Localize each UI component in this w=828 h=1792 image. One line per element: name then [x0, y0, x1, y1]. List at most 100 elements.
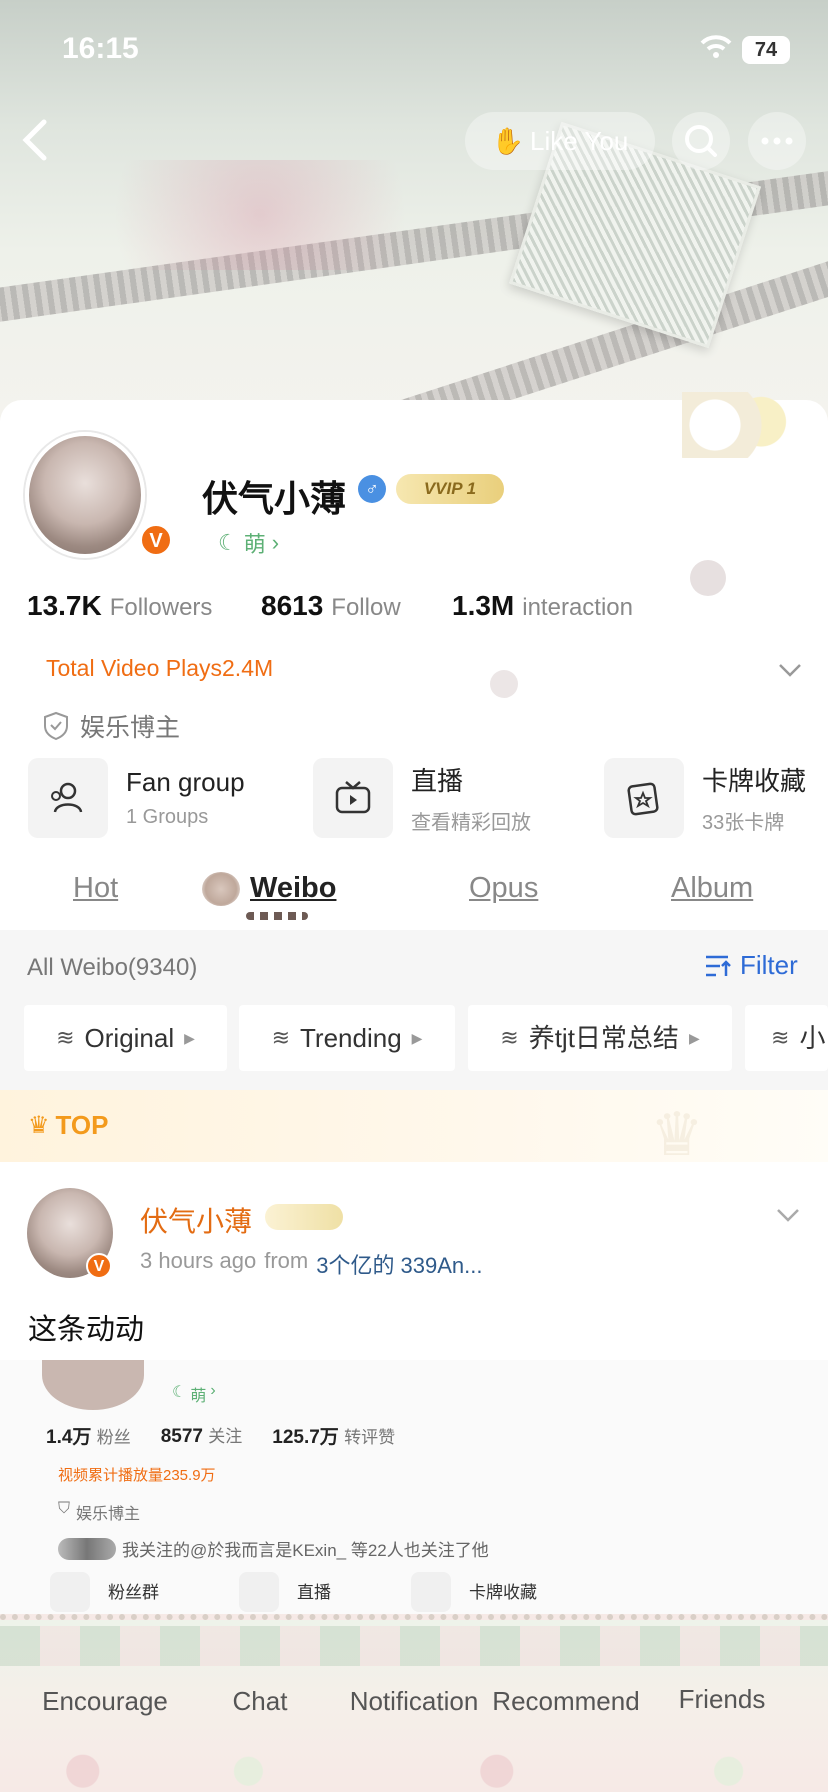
recommend-button[interactable]: Recommend — [490, 1686, 642, 1717]
tile-card-collection[interactable]: 卡牌收藏 33张卡牌 — [604, 757, 824, 839]
post-from: from — [264, 1248, 309, 1273]
stat-followers[interactable]: 13.7K Followers — [27, 590, 212, 622]
bottom-decoration — [0, 1626, 828, 1666]
embedded-tile: 粉丝群 — [50, 1572, 159, 1612]
embedded-mutual-text: 我关注的@於我而言是KExin_ 等22人也关注了他 — [122, 1541, 489, 1560]
embedded-role-label: 娱乐博主 — [76, 1506, 141, 1523]
post-verified-badge: V — [86, 1253, 112, 1279]
tab-active-indicator — [246, 912, 308, 920]
top-pin: ♛ TOP — [28, 1110, 109, 1141]
chevron-right-icon: › — [271, 530, 280, 555]
bottom-decoration — [0, 1740, 828, 1792]
shield-icon: ⛉ — [58, 1500, 71, 1517]
stat-label: Follow — [331, 594, 401, 621]
more-button[interactable] — [748, 112, 806, 170]
embedded-avatar — [42, 1360, 144, 1410]
chip-label: Trending — [300, 1023, 402, 1053]
more-icon — [761, 137, 793, 145]
star-decoration — [690, 560, 726, 596]
embedded-stats: 1.4万 粉丝 8577 关注 125.7万 转评赞 — [46, 1422, 395, 1449]
filter-button[interactable]: Filter — [704, 950, 798, 981]
tile-title: 直播 — [411, 766, 464, 796]
embedded-stat: 125.7万 转评赞 — [272, 1422, 395, 1449]
post-menu-button[interactable] — [773, 1200, 803, 1230]
like-you-button[interactable]: ✋ Like You — [465, 112, 655, 170]
tile-live[interactable]: 直播 查看精彩回放 — [313, 757, 573, 839]
stat-value: 1.3M — [452, 590, 515, 621]
tab-hot[interactable]: Hot — [73, 872, 118, 905]
banner-sparkle — [60, 160, 460, 270]
embedded-tile: 直播 — [239, 1572, 331, 1612]
post-meta: 3 hours ago from 3个亿的 339An... — [140, 1248, 483, 1280]
embedded-stat: 8577 关注 — [161, 1422, 243, 1449]
triangle-right-icon: ▶ — [411, 1030, 423, 1046]
tv-icon — [313, 758, 393, 838]
chip-more[interactable]: ≋ 小 — [745, 1005, 828, 1071]
tile-subtitle: 33张卡牌 — [702, 812, 785, 834]
filter-label: Filter — [740, 950, 798, 980]
verified-badge: V — [140, 524, 172, 556]
chip-trending[interactable]: ≋ Trending ▶ — [239, 1005, 455, 1071]
top-label: TOP — [55, 1110, 109, 1140]
tile-title: Fan group — [126, 767, 245, 797]
chip-original[interactable]: ≋ Original ▶ — [24, 1005, 227, 1071]
battery-indicator: 74 — [742, 36, 790, 64]
embedded-stat: 1.4万 粉丝 — [46, 1422, 131, 1449]
chat-button[interactable]: Chat — [200, 1686, 320, 1717]
layers-icon: ≋ — [271, 1025, 290, 1050]
chip-label: 养tjt日常总结 — [528, 1023, 679, 1053]
mood-label: 萌 — [243, 532, 266, 557]
expand-button[interactable] — [775, 655, 805, 685]
shield-icon — [44, 711, 68, 741]
embedded-tiles: 粉丝群 直播 卡牌收藏 — [50, 1572, 537, 1612]
embedded-plays: 视频累计播放量235.9万 — [58, 1467, 216, 1484]
mood-status[interactable]: ☾ 萌 › — [218, 527, 279, 559]
chevron-down-icon — [777, 1209, 799, 1222]
tab-weibo[interactable]: Weibo — [250, 872, 336, 905]
profile-name: 伏气小薄 — [202, 478, 347, 519]
like-you-label: Like You — [530, 125, 629, 156]
embedded-stat-label: 关注 — [208, 1427, 243, 1446]
tab-opus[interactable]: Opus — [469, 872, 538, 905]
post-time: 3 hours ago — [140, 1248, 257, 1273]
stat-label: interaction — [522, 594, 633, 621]
tile-fan-group[interactable]: Fan group 1 Groups — [28, 757, 288, 839]
tab-album[interactable]: Album — [671, 872, 753, 905]
moon-icon: ☾ — [218, 530, 238, 555]
encourage-button[interactable]: Encourage — [30, 1686, 180, 1717]
embedded-stat-label: 粉丝 — [96, 1428, 131, 1447]
card-icon — [604, 758, 684, 838]
search-button[interactable] — [672, 112, 730, 170]
chip-label: 小 — [799, 1023, 826, 1053]
post-author[interactable]: 伏气小薄 — [140, 1200, 252, 1240]
search-icon — [685, 125, 717, 157]
post-image[interactable]: ☾ 萌 › 1.4万 粉丝 8577 关注 125.7万 转评赞 视频累计播放量23… — [0, 1360, 828, 1620]
friends-button[interactable]: Friends — [662, 1684, 782, 1715]
post-text: 这条动动 — [28, 1314, 145, 1346]
stat-value: 13.7K — [27, 590, 102, 621]
post-source[interactable]: 3个亿的 339An... — [316, 1248, 482, 1280]
mini-avatars — [58, 1537, 116, 1560]
notification-button[interactable]: Notification — [343, 1686, 485, 1717]
stat-follow[interactable]: 8613 Follow — [261, 590, 401, 622]
embedded-mood-label: 萌 — [190, 1388, 207, 1405]
chevron-right-icon: › — [210, 1382, 216, 1399]
vip-badge[interactable]: VVIP 1 — [396, 474, 504, 504]
embedded-stat-label: 转评赞 — [344, 1428, 396, 1447]
back-button[interactable] — [20, 118, 60, 164]
stat-interaction[interactable]: 1.3M interaction — [452, 590, 633, 622]
video-plays: Total Video Plays2.4M — [46, 655, 274, 681]
crown-decoration: ♛ — [650, 1101, 704, 1168]
chip-daily-summary[interactable]: ≋ 养tjt日常总结 ▶ — [468, 1005, 732, 1071]
avatar[interactable] — [25, 432, 145, 558]
card-sticker — [682, 392, 792, 458]
role-row: 娱乐博主 — [42, 708, 180, 744]
card-icon — [411, 1572, 451, 1612]
layers-icon: ≋ — [500, 1025, 519, 1050]
star-decoration — [490, 670, 518, 698]
moon-icon: ☾ — [172, 1384, 187, 1401]
stat-value: 8613 — [261, 590, 324, 621]
post-vip-icon — [265, 1204, 343, 1230]
chevron-left-icon — [22, 119, 47, 161]
tab-weibo-icon — [202, 872, 240, 906]
